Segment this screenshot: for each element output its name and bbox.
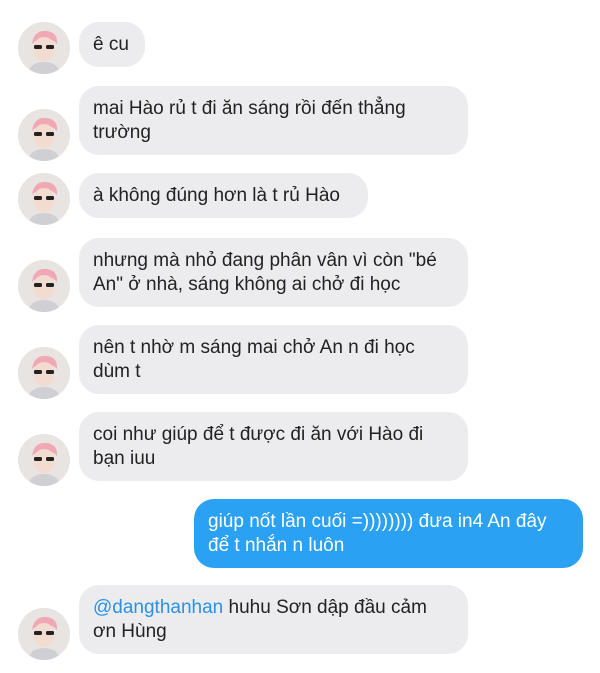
contact-avatar[interactable]	[18, 109, 70, 161]
avatar-photo-icon	[18, 608, 70, 660]
user-mention-link[interactable]: @dangthanhan	[93, 597, 223, 618]
avatar-photo-icon	[18, 347, 70, 399]
contact-avatar[interactable]	[18, 434, 70, 486]
contact-avatar[interactable]	[18, 347, 70, 399]
message-bubble-outgoing[interactable]: giúp nốt lần cuối =)))))))) đưa in4 An đ…	[194, 499, 583, 568]
avatar-photo-icon	[18, 173, 70, 225]
message-bubble-incoming[interactable]: coi như giúp để t được đi ăn với Hào đi …	[79, 412, 468, 481]
message-bubble-incoming[interactable]: mai Hào rủ t đi ăn sáng rồi đến thẳng tr…	[79, 86, 468, 155]
message-bubble-incoming[interactable]: nhưng mà nhỏ đang phân vân vì còn "bé An…	[79, 238, 468, 307]
contact-avatar[interactable]	[18, 608, 70, 660]
message-bubble-incoming[interactable]: nên t nhờ m sáng mai chở An n đi học dùm…	[79, 325, 468, 394]
contact-avatar[interactable]	[18, 173, 70, 225]
message-bubble-incoming[interactable]: ê cu	[79, 22, 145, 67]
avatar-photo-icon	[18, 22, 70, 74]
contact-avatar[interactable]	[18, 260, 70, 312]
contact-avatar[interactable]	[18, 22, 70, 74]
message-bubble-incoming[interactable]: @dangthanhan huhu Sơn dập đầu cảm ơn Hùn…	[79, 585, 468, 654]
message-bubble-incoming[interactable]: à không đúng hơn là t rủ Hào	[79, 173, 368, 218]
avatar-photo-icon	[18, 260, 70, 312]
avatar-photo-icon	[18, 434, 70, 486]
avatar-photo-icon	[18, 109, 70, 161]
